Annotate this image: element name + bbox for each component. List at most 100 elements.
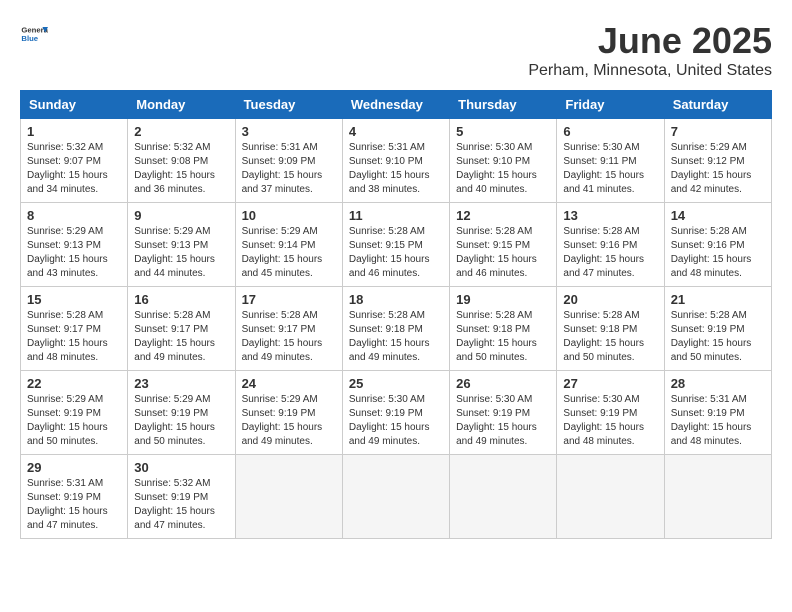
day-number: 23 xyxy=(134,376,228,391)
day-cell-19: 19 Sunrise: 5:28 AMSunset: 9:18 PMDaylig… xyxy=(450,287,557,371)
day-info: Sunrise: 5:28 AMSunset: 9:16 PMDaylight:… xyxy=(671,225,765,281)
header: General Blue June 2025 Perham, Minnesota… xyxy=(20,20,772,80)
day-number: 25 xyxy=(349,376,443,391)
day-cell-12: 12 Sunrise: 5:28 AMSunset: 9:15 PMDaylig… xyxy=(450,203,557,287)
day-number: 20 xyxy=(563,292,657,307)
calendar-col-tuesday: Tuesday xyxy=(235,91,342,119)
day-cell-21: 21 Sunrise: 5:28 AMSunset: 9:19 PMDaylig… xyxy=(664,287,771,371)
day-info: Sunrise: 5:29 AMSunset: 9:14 PMDaylight:… xyxy=(242,225,336,281)
day-info: Sunrise: 5:32 AMSunset: 9:07 PMDaylight:… xyxy=(27,141,121,197)
day-cell-13: 13 Sunrise: 5:28 AMSunset: 9:16 PMDaylig… xyxy=(557,203,664,287)
day-number: 8 xyxy=(27,208,121,223)
day-cell-28: 28 Sunrise: 5:31 AMSunset: 9:19 PMDaylig… xyxy=(664,371,771,455)
day-cell-5: 5 Sunrise: 5:30 AMSunset: 9:10 PMDayligh… xyxy=(450,119,557,203)
day-number: 19 xyxy=(456,292,550,307)
day-number: 24 xyxy=(242,376,336,391)
day-number: 12 xyxy=(456,208,550,223)
day-info: Sunrise: 5:28 AMSunset: 9:15 PMDaylight:… xyxy=(456,225,550,281)
day-cell-16: 16 Sunrise: 5:28 AMSunset: 9:17 PMDaylig… xyxy=(128,287,235,371)
day-number: 11 xyxy=(349,208,443,223)
day-info: Sunrise: 5:30 AMSunset: 9:19 PMDaylight:… xyxy=(456,393,550,449)
day-number: 13 xyxy=(563,208,657,223)
calendar-col-friday: Friday xyxy=(557,91,664,119)
calendar-col-thursday: Thursday xyxy=(450,91,557,119)
day-cell-7: 7 Sunrise: 5:29 AMSunset: 9:12 PMDayligh… xyxy=(664,119,771,203)
week-row-1: 1 Sunrise: 5:32 AMSunset: 9:07 PMDayligh… xyxy=(21,119,772,203)
day-info: Sunrise: 5:31 AMSunset: 9:10 PMDaylight:… xyxy=(349,141,443,197)
day-number: 29 xyxy=(27,460,121,475)
day-info: Sunrise: 5:28 AMSunset: 9:17 PMDaylight:… xyxy=(134,309,228,365)
day-cell-10: 10 Sunrise: 5:29 AMSunset: 9:14 PMDaylig… xyxy=(235,203,342,287)
day-info: Sunrise: 5:29 AMSunset: 9:12 PMDaylight:… xyxy=(671,141,765,197)
empty-cell xyxy=(450,455,557,539)
day-info: Sunrise: 5:28 AMSunset: 9:18 PMDaylight:… xyxy=(456,309,550,365)
day-cell-20: 20 Sunrise: 5:28 AMSunset: 9:18 PMDaylig… xyxy=(557,287,664,371)
calendar-header-row: SundayMondayTuesdayWednesdayThursdayFrid… xyxy=(21,91,772,119)
week-row-3: 15 Sunrise: 5:28 AMSunset: 9:17 PMDaylig… xyxy=(21,287,772,371)
day-info: Sunrise: 5:30 AMSunset: 9:10 PMDaylight:… xyxy=(456,141,550,197)
day-number: 21 xyxy=(671,292,765,307)
calendar-table: SundayMondayTuesdayWednesdayThursdayFrid… xyxy=(20,90,772,539)
day-info: Sunrise: 5:31 AMSunset: 9:09 PMDaylight:… xyxy=(242,141,336,197)
day-cell-14: 14 Sunrise: 5:28 AMSunset: 9:16 PMDaylig… xyxy=(664,203,771,287)
day-cell-23: 23 Sunrise: 5:29 AMSunset: 9:19 PMDaylig… xyxy=(128,371,235,455)
day-number: 7 xyxy=(671,124,765,139)
week-row-2: 8 Sunrise: 5:29 AMSunset: 9:13 PMDayligh… xyxy=(21,203,772,287)
day-number: 4 xyxy=(349,124,443,139)
day-number: 28 xyxy=(671,376,765,391)
day-cell-6: 6 Sunrise: 5:30 AMSunset: 9:11 PMDayligh… xyxy=(557,119,664,203)
day-cell-30: 30 Sunrise: 5:32 AMSunset: 9:19 PMDaylig… xyxy=(128,455,235,539)
day-info: Sunrise: 5:29 AMSunset: 9:13 PMDaylight:… xyxy=(27,225,121,281)
day-cell-9: 9 Sunrise: 5:29 AMSunset: 9:13 PMDayligh… xyxy=(128,203,235,287)
day-info: Sunrise: 5:32 AMSunset: 9:19 PMDaylight:… xyxy=(134,477,228,533)
day-cell-3: 3 Sunrise: 5:31 AMSunset: 9:09 PMDayligh… xyxy=(235,119,342,203)
day-cell-18: 18 Sunrise: 5:28 AMSunset: 9:18 PMDaylig… xyxy=(342,287,449,371)
day-info: Sunrise: 5:30 AMSunset: 9:19 PMDaylight:… xyxy=(349,393,443,449)
calendar-col-wednesday: Wednesday xyxy=(342,91,449,119)
day-cell-17: 17 Sunrise: 5:28 AMSunset: 9:17 PMDaylig… xyxy=(235,287,342,371)
day-info: Sunrise: 5:28 AMSunset: 9:16 PMDaylight:… xyxy=(563,225,657,281)
day-info: Sunrise: 5:28 AMSunset: 9:17 PMDaylight:… xyxy=(242,309,336,365)
day-cell-24: 24 Sunrise: 5:29 AMSunset: 9:19 PMDaylig… xyxy=(235,371,342,455)
day-info: Sunrise: 5:28 AMSunset: 9:18 PMDaylight:… xyxy=(563,309,657,365)
logo-icon: General Blue xyxy=(20,20,48,48)
day-info: Sunrise: 5:29 AMSunset: 9:19 PMDaylight:… xyxy=(242,393,336,449)
day-number: 10 xyxy=(242,208,336,223)
day-number: 5 xyxy=(456,124,550,139)
day-cell-22: 22 Sunrise: 5:29 AMSunset: 9:19 PMDaylig… xyxy=(21,371,128,455)
logo: General Blue xyxy=(20,20,48,48)
day-number: 30 xyxy=(134,460,228,475)
empty-cell xyxy=(235,455,342,539)
day-cell-4: 4 Sunrise: 5:31 AMSunset: 9:10 PMDayligh… xyxy=(342,119,449,203)
day-number: 22 xyxy=(27,376,121,391)
empty-cell xyxy=(664,455,771,539)
day-number: 1 xyxy=(27,124,121,139)
day-cell-29: 29 Sunrise: 5:31 AMSunset: 9:19 PMDaylig… xyxy=(21,455,128,539)
main-title: June 2025 xyxy=(528,20,772,62)
day-info: Sunrise: 5:32 AMSunset: 9:08 PMDaylight:… xyxy=(134,141,228,197)
day-number: 26 xyxy=(456,376,550,391)
day-cell-11: 11 Sunrise: 5:28 AMSunset: 9:15 PMDaylig… xyxy=(342,203,449,287)
day-number: 9 xyxy=(134,208,228,223)
subtitle: Perham, Minnesota, United States xyxy=(528,62,772,80)
day-cell-1: 1 Sunrise: 5:32 AMSunset: 9:07 PMDayligh… xyxy=(21,119,128,203)
day-cell-26: 26 Sunrise: 5:30 AMSunset: 9:19 PMDaylig… xyxy=(450,371,557,455)
day-info: Sunrise: 5:30 AMSunset: 9:11 PMDaylight:… xyxy=(563,141,657,197)
calendar-col-monday: Monday xyxy=(128,91,235,119)
day-info: Sunrise: 5:30 AMSunset: 9:19 PMDaylight:… xyxy=(563,393,657,449)
day-cell-27: 27 Sunrise: 5:30 AMSunset: 9:19 PMDaylig… xyxy=(557,371,664,455)
day-info: Sunrise: 5:29 AMSunset: 9:13 PMDaylight:… xyxy=(134,225,228,281)
day-info: Sunrise: 5:31 AMSunset: 9:19 PMDaylight:… xyxy=(671,393,765,449)
day-number: 15 xyxy=(27,292,121,307)
day-number: 3 xyxy=(242,124,336,139)
day-number: 2 xyxy=(134,124,228,139)
day-number: 6 xyxy=(563,124,657,139)
day-cell-15: 15 Sunrise: 5:28 AMSunset: 9:17 PMDaylig… xyxy=(21,287,128,371)
empty-cell xyxy=(557,455,664,539)
svg-text:Blue: Blue xyxy=(21,34,38,43)
day-info: Sunrise: 5:29 AMSunset: 9:19 PMDaylight:… xyxy=(134,393,228,449)
day-number: 18 xyxy=(349,292,443,307)
week-row-5: 29 Sunrise: 5:31 AMSunset: 9:19 PMDaylig… xyxy=(21,455,772,539)
day-info: Sunrise: 5:28 AMSunset: 9:18 PMDaylight:… xyxy=(349,309,443,365)
calendar-col-sunday: Sunday xyxy=(21,91,128,119)
